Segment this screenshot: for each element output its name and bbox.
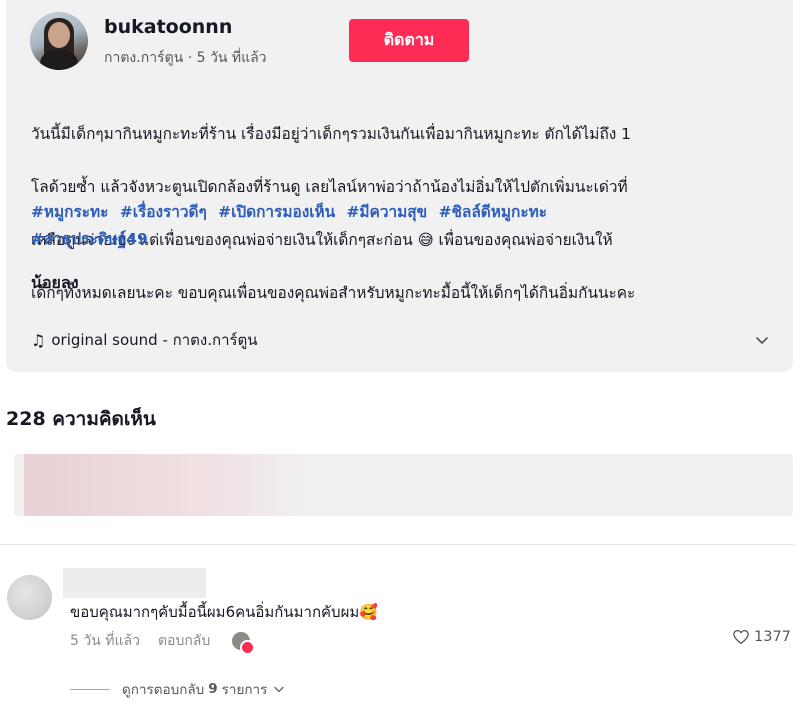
blurred-content	[24, 454, 324, 516]
view-replies-prefix: ดูการตอบกลับ	[122, 682, 205, 698]
creator-liked-avatar	[232, 632, 256, 655]
comment-input-area[interactable]	[14, 454, 793, 516]
post-card: bukatoonnn กาตง.การ์ตูน · 5 วัน ที่แล้ว …	[6, 0, 793, 372]
replies-divider	[70, 688, 110, 690]
music-link[interactable]: ♫ original sound - กาตง.การ์ตูน	[31, 328, 258, 352]
heart-badge-icon	[240, 640, 256, 655]
show-less-button[interactable]: น้อยลง	[31, 271, 79, 296]
commenter-avatar[interactable]	[7, 575, 52, 620]
hashtag-link[interactable]: #สาธุประดิษฐ์49	[31, 230, 148, 248]
author-username[interactable]: bukatoonnn	[104, 16, 232, 38]
hashtag-link[interactable]: #เปิดการมองเห็น	[218, 203, 335, 221]
like-count: 1377	[754, 629, 791, 645]
post-time: 5 วัน ที่แล้ว	[196, 50, 267, 66]
view-replies-count: 9	[208, 681, 218, 697]
hashtag-link[interactable]: #เรื่องราวดีๆ	[120, 203, 207, 221]
hashtag-link[interactable]: #มีความสุข	[347, 203, 428, 221]
reply-button[interactable]: ตอบกลับ	[158, 630, 210, 652]
author-subline: กาตง.การ์ตูน · 5 วัน ที่แล้ว	[104, 47, 267, 69]
comment-text: ขอบคุณมากๆคับมื้อนี้ผม6คนอิ่มกันมากคับผม…	[70, 603, 378, 621]
hashtag-list: #หมูกระทะ #เรื่องราวดีๆ #เปิดการมองเห็น …	[31, 199, 771, 253]
author-avatar[interactable]	[30, 12, 88, 70]
divider	[0, 544, 794, 545]
view-replies-button[interactable]: ดูการตอบกลับ 9 รายการ	[70, 678, 287, 700]
author-display-name[interactable]: กาตง.การ์ตูน	[104, 50, 183, 66]
caption-line: โลด้วยซ้ำ แล้วจังหวะตูนเปิดกล้องที่ร้านด…	[31, 177, 628, 196]
music-note-icon: ♫	[31, 330, 46, 350]
separator-dot: ·	[187, 50, 197, 66]
comment-meta: 5 วัน ที่แล้ว ตอบกลับ	[70, 630, 256, 655]
caption-line: เด็กๆทั้งหมดเลยนะคะ ขอบคุณเพื่อนของคุณพ่…	[31, 283, 636, 302]
music-label: original sound - กาตง.การ์ตูน	[51, 331, 258, 349]
chevron-down-icon	[274, 686, 285, 693]
heart-icon	[733, 629, 749, 645]
chevron-down-icon[interactable]	[752, 330, 772, 350]
comment-count: 228 ความคิดเห็น	[6, 408, 156, 430]
commenter-name-blurred	[63, 568, 206, 598]
comment-time: 5 วัน ที่แล้ว	[70, 633, 140, 649]
hashtag-link[interactable]: #หมูกระทะ	[31, 203, 108, 221]
caption-line: วันนี้มีเด็กๆมากินหมูกะทะที่ร้าน เรื่องม…	[31, 124, 631, 143]
follow-button[interactable]: ติดตาม	[349, 19, 469, 62]
view-replies-suffix: รายการ	[221, 682, 268, 698]
hashtag-link[interactable]: #ชิลล์ดีหมูกะทะ	[439, 203, 548, 221]
like-button[interactable]: 1377	[732, 628, 791, 646]
